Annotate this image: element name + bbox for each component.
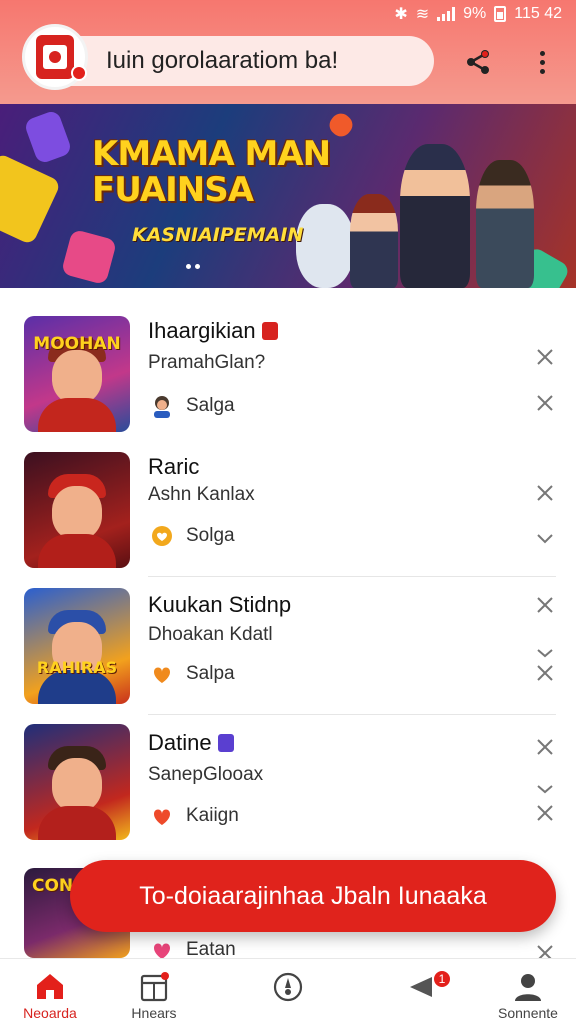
nav-profile[interactable]: Sonnente — [478, 959, 576, 1024]
notification-dot — [71, 65, 87, 81]
share-icon[interactable] — [462, 46, 494, 78]
banner-title: KMAMA MAN FUAINSA — [92, 134, 331, 210]
game-meta: Kaiign — [150, 804, 239, 828]
game-meta: Salga — [150, 394, 235, 418]
banner-character — [296, 204, 354, 288]
list-item[interactable]: Raric Ashn Kanlax Solga — [0, 452, 576, 586]
game-meta: Salpa — [150, 662, 235, 686]
clock: 115 42 — [514, 5, 562, 22]
game-thumbnail[interactable]: MOOHAN — [24, 316, 130, 432]
thumbnail-label: RAHIRAS — [36, 658, 118, 677]
carousel-indicator[interactable] — [186, 264, 200, 269]
heart-icon — [152, 526, 172, 546]
decor-block — [0, 152, 62, 246]
notification-badge: 1 — [432, 969, 452, 989]
banner-character — [400, 144, 470, 288]
check-icon[interactable] — [534, 526, 556, 548]
profile-icon — [515, 974, 541, 1001]
dismiss-icon[interactable] — [534, 662, 556, 684]
nav-events[interactable]: Hnears — [104, 959, 204, 1024]
nav-explore[interactable] — [238, 959, 338, 1024]
wifi-icon: ≋ — [415, 6, 430, 23]
bluetooth-icon: ✱ — [394, 6, 408, 23]
home-icon — [37, 974, 63, 999]
list-item[interactable]: Datine SanepGlooax Kaiign — [0, 724, 576, 858]
game-meta: Solga — [150, 524, 235, 548]
game-subtitle: Dhoakan Kdatl — [148, 624, 273, 645]
dismiss-icon[interactable] — [534, 346, 556, 368]
game-subtitle: SanepGlooax — [148, 764, 264, 785]
more-options-icon[interactable] — [526, 46, 558, 78]
game-title: Ihaargikian — [148, 318, 278, 344]
nav-label: Hnears — [131, 1005, 177, 1021]
banner-subtitle: KASNIAIPEMAIN — [132, 224, 304, 246]
badge-icon — [217, 734, 234, 752]
compass-icon — [273, 972, 303, 1002]
game-thumbnail[interactable]: RAHIRAS — [24, 588, 130, 704]
dismiss-icon[interactable] — [534, 392, 556, 414]
badge-icon — [261, 322, 278, 340]
banner-character — [350, 194, 398, 288]
divider — [148, 576, 556, 577]
battery-level: 9% — [463, 5, 487, 22]
heart-icon — [154, 667, 170, 683]
game-subtitle: Ashn Kanlax — [148, 484, 255, 505]
game-title: Raric — [148, 454, 200, 479]
banner-character — [476, 160, 534, 288]
game-subtitle: PramahGlan? — [148, 352, 266, 373]
nav-home[interactable]: Neoarda — [0, 959, 100, 1024]
list-item[interactable]: RAHIRAS Kuukan Stidnp Dhoakan Kdatl Salp… — [0, 588, 576, 722]
game-thumbnail[interactable] — [24, 452, 130, 568]
dismiss-icon[interactable] — [534, 802, 556, 824]
game-title: Datine — [148, 730, 234, 756]
heart-icon — [154, 809, 170, 825]
expand-icon[interactable] — [534, 642, 556, 664]
logo-mark — [36, 35, 74, 79]
game-thumbnail[interactable] — [24, 724, 130, 840]
primary-cta-button[interactable]: To-doiaarajinhaa Jbaln Iunaaka — [70, 860, 556, 932]
battery-icon — [494, 6, 507, 22]
thumbnail-label: MOOHAN — [33, 334, 121, 354]
avatar-icon — [154, 396, 170, 418]
app-logo[interactable] — [22, 24, 88, 90]
promo-banner[interactable]: KMAMA MAN FUAINSA KASNIAIPEMAIN — [0, 104, 576, 288]
status-bar: ✱ ≋ 9% 115 42 — [394, 4, 562, 24]
nav-messages[interactable]: 1 — [372, 959, 472, 1024]
decor-block — [325, 109, 357, 141]
decor-block — [60, 228, 118, 286]
dismiss-icon[interactable] — [534, 482, 556, 504]
game-title: Kuukan Stidnp — [148, 592, 292, 617]
expand-icon[interactable] — [534, 778, 556, 800]
search-text[interactable]: Iuin gorolaaratiom ba! — [106, 47, 338, 75]
dismiss-icon[interactable] — [534, 736, 556, 758]
signal-icon — [437, 7, 456, 21]
calendar-icon — [140, 972, 169, 1002]
decor-block — [23, 109, 73, 165]
app-header: ✱ ≋ 9% 115 42 Iuin gorolaaratiom ba! — [0, 0, 576, 104]
nav-label: Sonnente — [498, 1005, 558, 1021]
nav-label: Neoarda — [23, 1005, 77, 1021]
divider — [148, 714, 556, 715]
bottom-navigation: Neoarda Hnears 1 Sonnente — [0, 958, 576, 1024]
dismiss-icon[interactable] — [534, 594, 556, 616]
list-item[interactable]: MOOHAN Ihaargikian PramahGlan? Salga — [0, 316, 576, 450]
